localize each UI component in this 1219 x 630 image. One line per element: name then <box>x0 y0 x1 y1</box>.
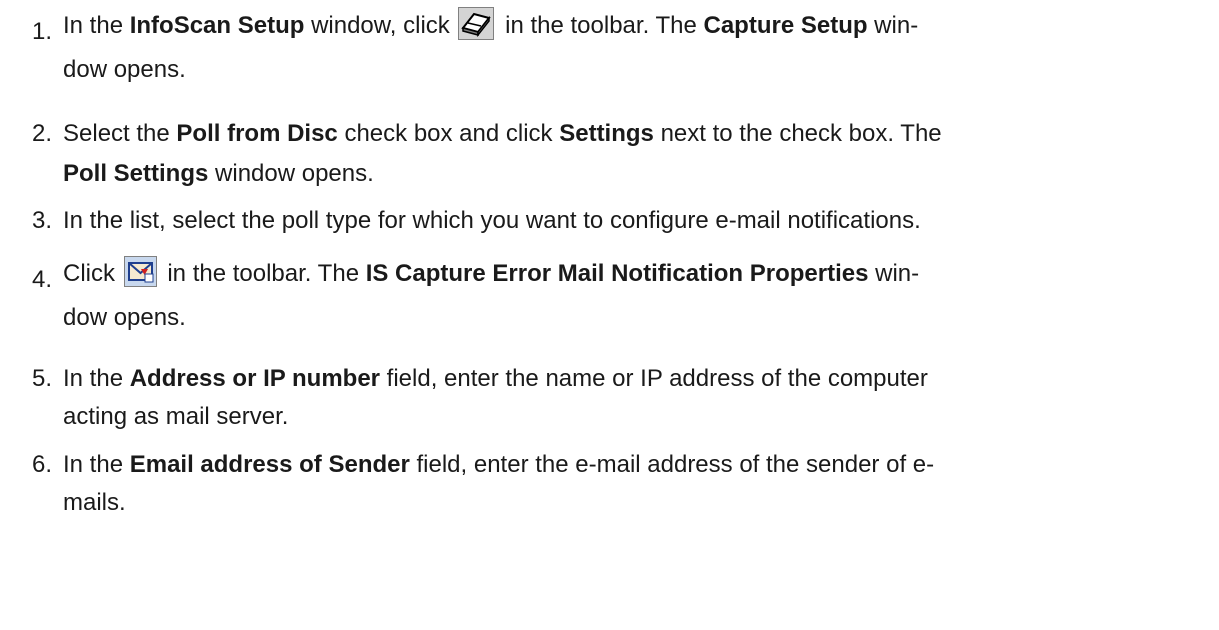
step-number: 5. <box>31 365 52 392</box>
step-number: 6. <box>31 451 52 478</box>
step-text-line-2: dow opens. <box>63 56 186 83</box>
step-text-line-1: In the list, select the poll type for wh… <box>63 207 921 234</box>
step-text-line-1: Select the Poll from Disc check box and … <box>63 120 942 147</box>
ui-term: Poll Settings <box>63 160 209 187</box>
step-text-line-1: Click in the toolbar. The IS Capture Err… <box>63 254 1209 294</box>
ui-term: InfoScan Setup <box>129 12 305 39</box>
ui-term: IS Capture Error Mail Notification Prope… <box>365 260 869 287</box>
ui-term: Poll from Disc <box>176 120 338 147</box>
step-number: 3. <box>31 207 52 234</box>
ui-term: Address or IP number <box>129 365 381 392</box>
step-number: 4. <box>31 266 52 293</box>
step-number: 1. <box>31 18 52 45</box>
step-text-line-1: In the InfoScan Setup window, click in t… <box>63 6 1209 46</box>
step-text-line-2: dow opens. <box>63 304 186 331</box>
step-number: 2. <box>31 120 52 147</box>
scan-setup-icon <box>458 7 495 41</box>
step-text-line-2: Poll Settings window opens. <box>63 160 374 187</box>
ui-term: Email address of Sender <box>129 451 410 478</box>
step-text-line-2: acting as mail server. <box>63 403 289 430</box>
step-text-line-1: In the Email address of Sender field, en… <box>63 451 935 478</box>
step-text-line-2: mails. <box>63 489 126 516</box>
mail-notification-icon <box>123 256 157 288</box>
step-text-line-1: In the Address or IP number field, enter… <box>63 365 928 392</box>
ui-term: Capture Setup <box>703 12 868 39</box>
ui-term: Settings <box>559 120 654 147</box>
